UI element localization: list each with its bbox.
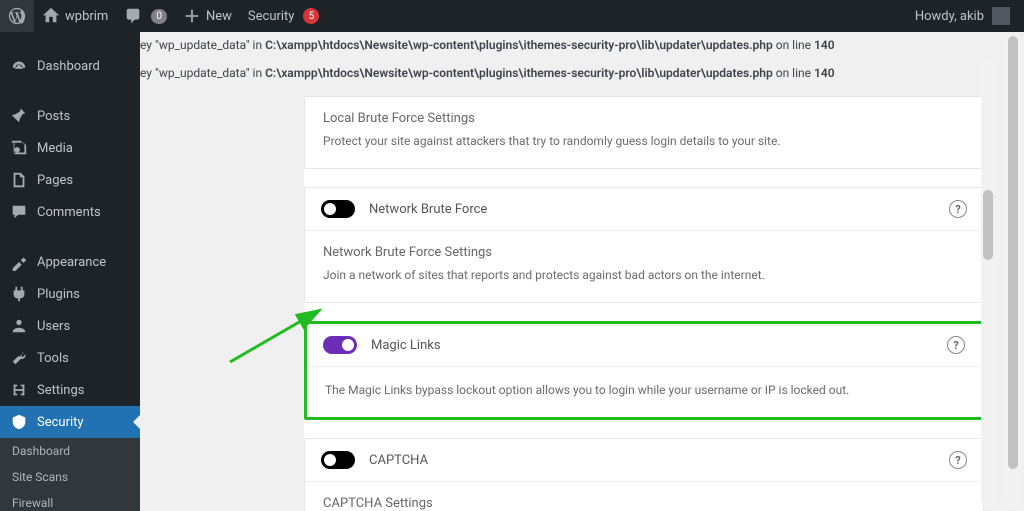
scrollbar-thumb[interactable] <box>983 190 993 260</box>
sidebar-item-label: Comments <box>37 205 101 220</box>
plugins-icon <box>10 285 28 303</box>
help-icon[interactable]: ? <box>949 451 967 469</box>
sidebar-item-settings[interactable]: Settings <box>0 374 140 406</box>
users-icon <box>10 317 28 335</box>
wordpress-logo[interactable] <box>0 0 34 32</box>
dashboard-icon <box>10 57 28 75</box>
network-brute-force-toggle[interactable] <box>321 200 355 218</box>
sidebar-item-tools[interactable]: Tools <box>0 342 140 374</box>
wordpress-icon <box>8 7 26 25</box>
site-name-link[interactable]: wpbrim <box>34 0 116 32</box>
local-brute-force-desc: Protect your site against attackers that… <box>323 132 965 150</box>
sidebar-sub-site-scans[interactable]: Site Scans <box>0 464 140 490</box>
new-link[interactable]: New <box>175 0 240 32</box>
security-label: Security <box>248 9 295 24</box>
sidebar-item-plugins[interactable]: Plugins <box>0 278 140 310</box>
security-badge: 5 <box>303 8 319 24</box>
magic-links-toggle[interactable] <box>323 336 357 354</box>
sidebar-item-label: Media <box>37 141 73 156</box>
help-icon[interactable]: ? <box>949 200 967 218</box>
sidebar-item-appearance[interactable]: Appearance <box>0 246 140 278</box>
captcha-title: CAPTCHA Settings <box>323 496 965 511</box>
new-label: New <box>206 9 232 24</box>
sidebar-item-users[interactable]: Users <box>0 310 140 342</box>
sidebar-item-label: Plugins <box>37 287 80 302</box>
site-name-label: wpbrim <box>65 9 108 24</box>
howdy-label[interactable]: Howdy, akib <box>915 9 984 24</box>
sidebar-item-label: Pages <box>37 173 73 188</box>
comment-icon <box>124 7 142 25</box>
network-brute-force-desc: Join a network of sites that reports and… <box>323 266 965 284</box>
sidebar-item-label: Dashboard <box>37 59 100 74</box>
sidebar-item-posts[interactable]: Posts <box>0 100 140 132</box>
sidebar-sub-firewall[interactable]: Firewall <box>0 490 140 511</box>
sidebar-item-label: Posts <box>37 109 70 124</box>
content-scroll[interactable]: ey "wp_update_data" in C:\xampp\htdocs\N… <box>140 32 1000 511</box>
sidebar-item-security[interactable]: Security <box>0 406 140 438</box>
security-link[interactable]: Security 5 <box>240 0 328 32</box>
captcha-toggle[interactable] <box>321 451 355 469</box>
network-brute-force-label: Network Brute Force <box>369 202 949 217</box>
sidebar-item-label: Appearance <box>37 255 106 270</box>
comment-count: 0 <box>151 9 167 24</box>
sidebar-item-label: Security <box>37 415 84 430</box>
sidebar-item-label: Settings <box>37 383 84 398</box>
magic-links-highlight: Magic Links ? The Magic Links bypass loc… <box>304 321 984 420</box>
help-icon[interactable]: ? <box>947 336 965 354</box>
tools-icon <box>10 349 28 367</box>
php-errors: ey "wp_update_data" in C:\xampp\htdocs\N… <box>140 32 1000 96</box>
plus-icon <box>183 7 201 25</box>
sidebar-item-dashboard[interactable]: Dashboard <box>0 50 140 82</box>
appearance-icon <box>10 253 28 271</box>
sidebar-item-comments[interactable]: Comments <box>0 196 140 228</box>
media-icon <box>10 139 28 157</box>
inner-scrollbar[interactable] <box>981 60 995 507</box>
local-brute-force-title: Local Brute Force Settings <box>323 111 965 126</box>
pin-icon <box>10 107 28 125</box>
comments-icon <box>10 203 28 221</box>
comments-link[interactable]: 0 <box>116 0 175 32</box>
shield-icon <box>10 413 28 431</box>
sidebar-item-label: Tools <box>37 351 69 366</box>
network-brute-force-title: Network Brute Force Settings <box>323 245 965 260</box>
avatar[interactable] <box>992 7 1010 25</box>
magic-links-desc: The Magic Links bypass lockout option al… <box>325 381 963 399</box>
home-icon <box>42 7 60 25</box>
settings-icon <box>10 381 28 399</box>
sidebar-item-media[interactable]: Media <box>0 132 140 164</box>
captcha-label: CAPTCHA <box>369 453 949 468</box>
sidebar-item-label: Users <box>37 319 70 334</box>
scrollbar-thumb[interactable] <box>1008 36 1018 469</box>
pages-icon <box>10 171 28 189</box>
outer-scrollbar[interactable] <box>1006 36 1020 507</box>
magic-links-label: Magic Links <box>371 338 947 353</box>
sidebar-item-pages[interactable]: Pages <box>0 164 140 196</box>
sidebar-sub-dashboard[interactable]: Dashboard <box>0 438 140 464</box>
